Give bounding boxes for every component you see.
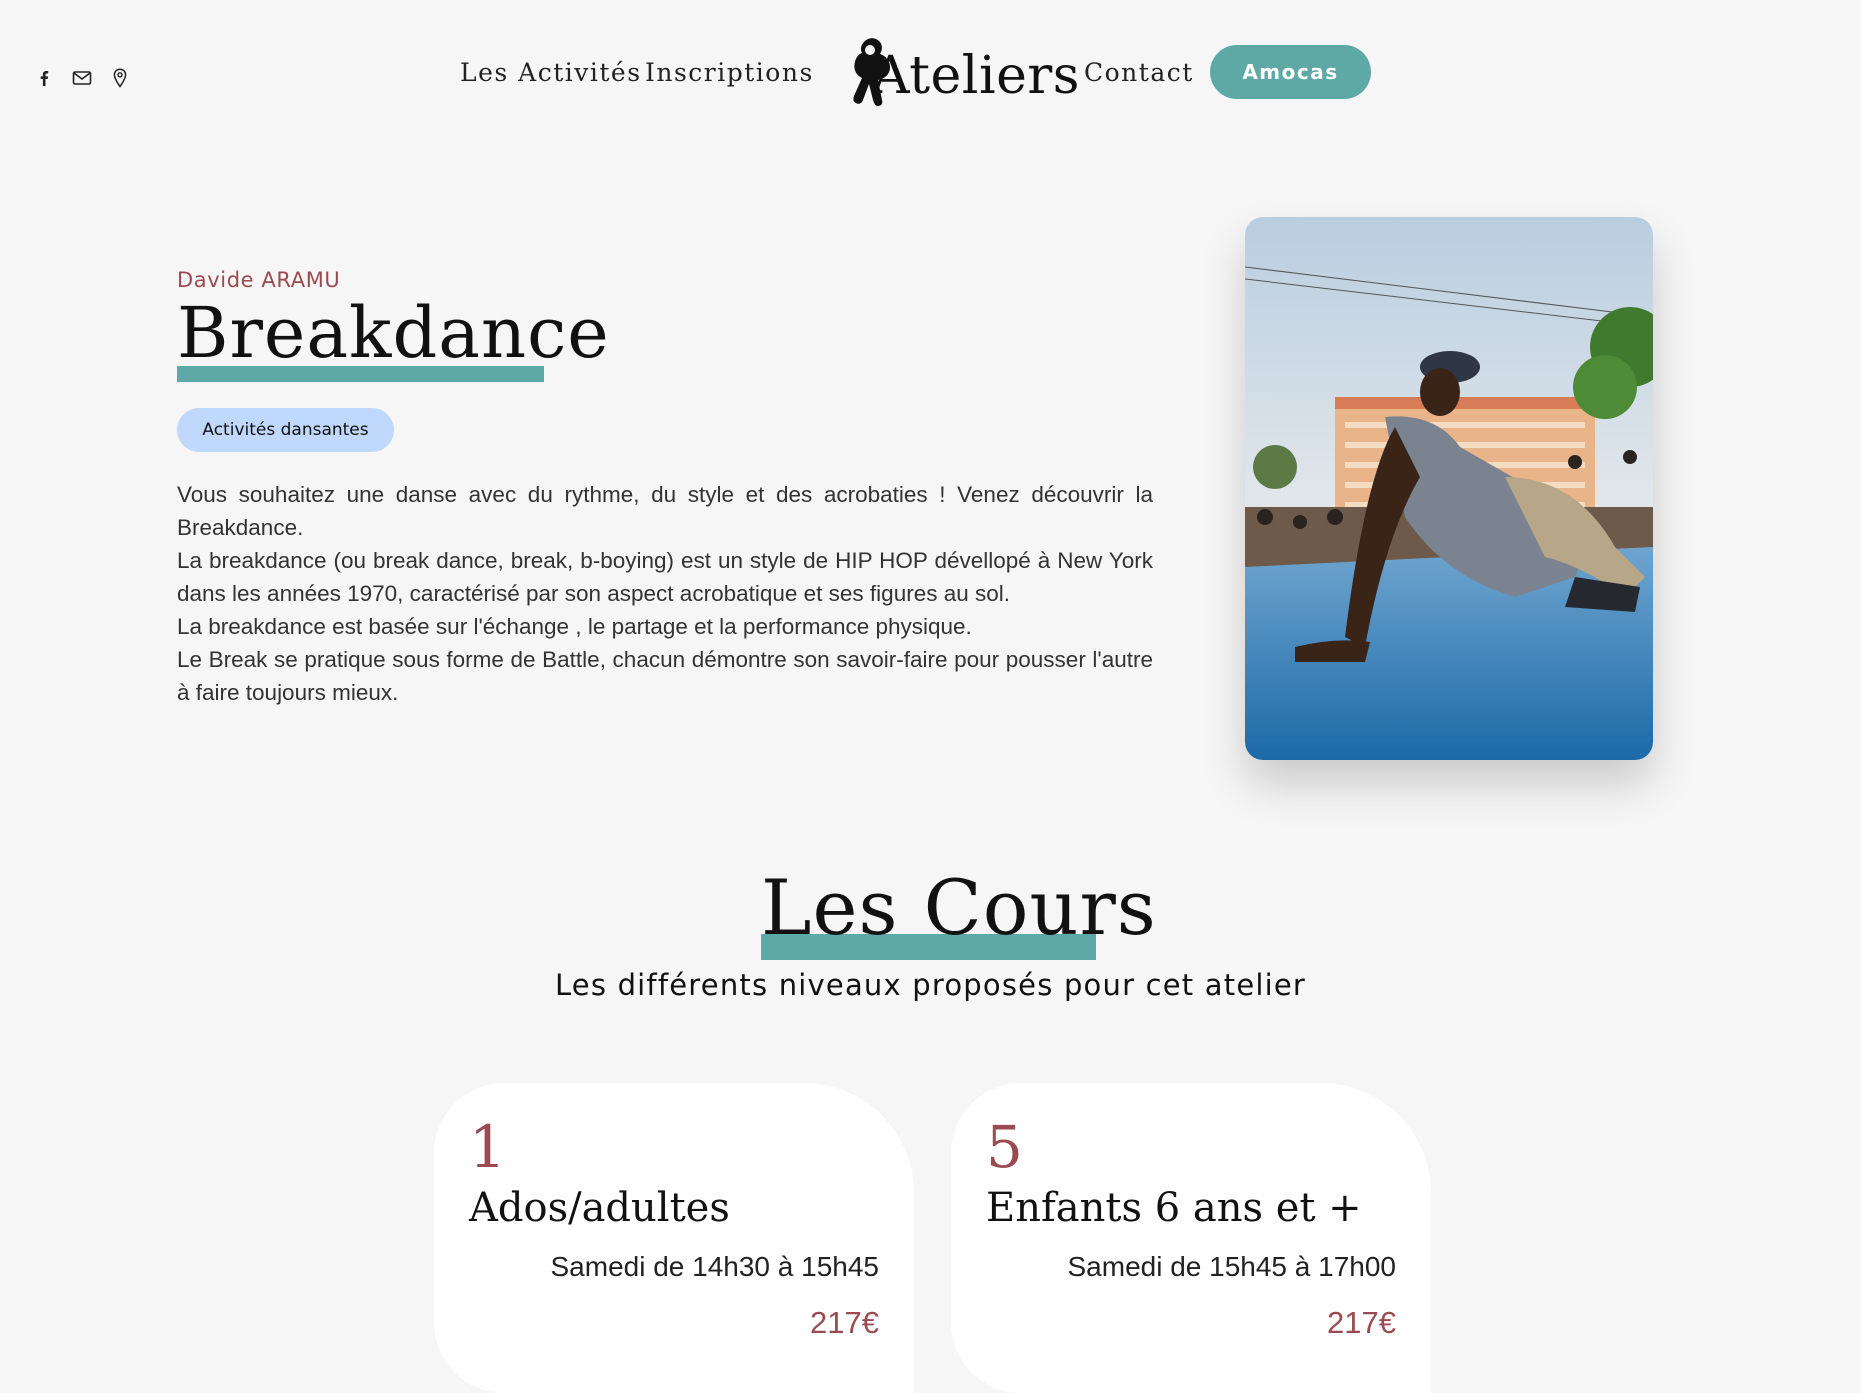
site-header: Les Activités Inscriptions Ateliers Cont…	[0, 0, 1861, 140]
location-pin-icon[interactable]	[110, 68, 130, 88]
course-number: 1	[469, 1113, 506, 1181]
course-schedule: Samedi de 15h45 à 17h00	[1067, 1251, 1397, 1282]
nav-inscriptions[interactable]: Inscriptions	[645, 58, 814, 87]
description-paragraph: Vous souhaitez une danse avec du rythme,…	[177, 482, 1153, 540]
logo-text: Ateliers	[872, 46, 1080, 106]
courses-title-block: Les Cours	[761, 863, 1157, 960]
teacher-name: Davide ARAMU	[177, 268, 341, 292]
description-paragraph: La breakdance (ou break dance, break, b-…	[177, 548, 1153, 606]
course-number: 5	[986, 1113, 1023, 1181]
amocas-button[interactable]: Amocas	[1210, 45, 1371, 99]
activity-title: Breakdance	[177, 292, 610, 374]
breakdancer-photo	[1245, 217, 1653, 760]
activity-title-block: Breakdance	[177, 292, 610, 382]
course-name: Ados/adultes	[469, 1185, 730, 1231]
course-price: 217€	[810, 1305, 879, 1340]
course-card[interactable]: 1 Ados/adultes Samedi de 14h30 à 15h45 2…	[434, 1083, 914, 1393]
course-card[interactable]: 5 Enfants 6 ans et + Samedi de 15h45 à 1…	[951, 1083, 1431, 1393]
course-schedule: Samedi de 14h30 à 15h45	[550, 1251, 880, 1282]
facebook-icon[interactable]	[34, 68, 54, 88]
nav-activities[interactable]: Les Activités	[460, 58, 642, 87]
course-name: Enfants 6 ans et +	[986, 1185, 1362, 1231]
activity-description: Vous souhaitez une danse avec du rythme,…	[177, 478, 1153, 709]
description-paragraph: Le Break se pratique sous forme de Battl…	[177, 647, 1153, 705]
courses-subtitle: Les différents niveaux proposés pour cet…	[554, 968, 1307, 1002]
courses-title: Les Cours	[761, 863, 1157, 952]
course-price: 217€	[1327, 1305, 1396, 1340]
nav-contact[interactable]: Contact	[1084, 58, 1194, 87]
mail-icon[interactable]	[72, 68, 92, 88]
social-links	[34, 68, 130, 88]
description-paragraph: La breakdance est basée sur l'échange , …	[177, 614, 972, 639]
category-tag[interactable]: Activités dansantes	[177, 408, 394, 452]
site-logo[interactable]: Ateliers	[842, 36, 1079, 110]
